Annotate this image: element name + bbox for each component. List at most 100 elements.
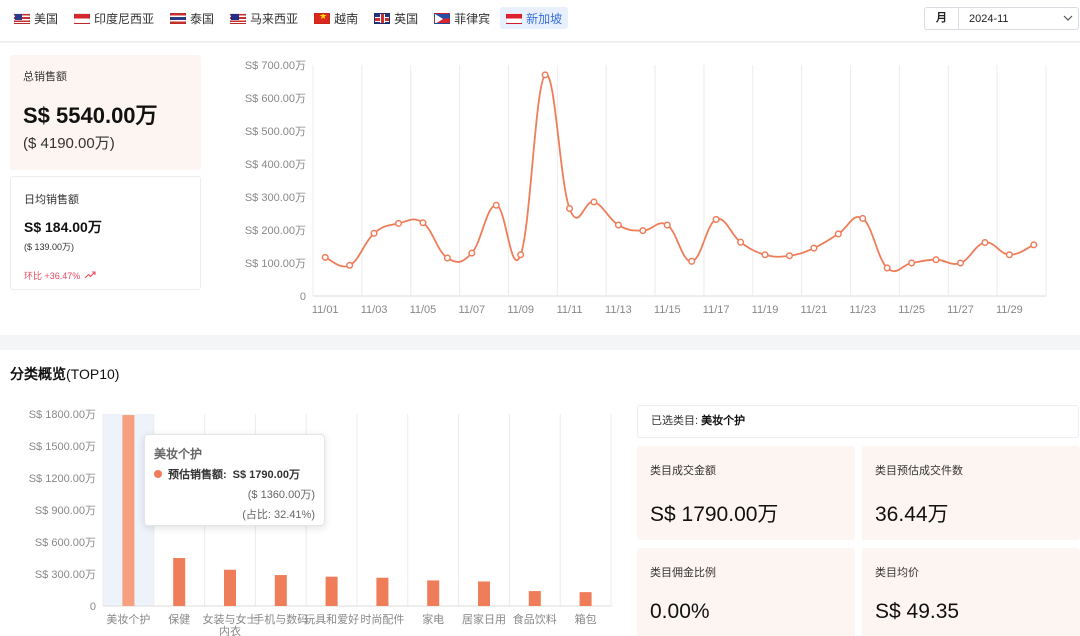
month-mode-label[interactable]: 月 — [925, 8, 959, 29]
data-point[interactable] — [737, 238, 745, 246]
y-tick-label: S$ 400.00万 — [245, 159, 306, 171]
data-point[interactable] — [981, 238, 989, 247]
x-tick-label: 11/29 — [996, 304, 1023, 316]
x-tick-label: 11/03 — [361, 304, 388, 316]
x-tick-label: 居家日用 — [462, 612, 506, 626]
data-point[interactable] — [394, 219, 403, 227]
x-tick-label: 女装与女士内衣 — [203, 612, 258, 636]
tooltip-usd: ($ 1360.00万) — [247, 489, 315, 501]
data-point[interactable] — [566, 205, 574, 213]
y-tick-label: 0 — [90, 601, 96, 613]
daily-sales-value: S$ 184.00万 — [24, 219, 102, 235]
total-sales-value: S$ 5540.00万 — [23, 103, 158, 128]
tooltip-row: 预估销售额: S$ 1790.00万 — [154, 466, 315, 482]
data-point[interactable] — [1030, 241, 1038, 249]
data-point[interactable] — [932, 256, 940, 264]
country-tab-sg[interactable]: 新加坡 — [500, 7, 569, 29]
country-tab-ph[interactable]: 菲律宾 — [428, 7, 496, 29]
category-bar[interactable] — [274, 575, 287, 606]
category-bar[interactable] — [173, 558, 186, 606]
us-flag-icon — [14, 12, 30, 24]
data-point[interactable] — [370, 229, 378, 237]
data-point[interactable] — [785, 252, 794, 260]
month-value[interactable]: 2024-11 — [959, 13, 1058, 25]
total-sales-label: 总销售额 — [23, 71, 67, 83]
country-tab-label: 英国 — [394, 11, 419, 26]
uk-flag-icon — [374, 12, 391, 24]
category-bar[interactable] — [325, 576, 338, 606]
category-bar[interactable] — [478, 581, 490, 606]
category-units-value: 36.44万 — [875, 503, 949, 526]
y-tick-label: S$ 1800.00万 — [29, 409, 96, 421]
category-bar[interactable] — [122, 415, 135, 606]
data-point[interactable] — [663, 221, 671, 229]
top-bar: 美国 印度尼西亚 泰国 马来西亚 越南 英国 菲律宾 新加坡 月 2024-11 — [0, 0, 1080, 42]
country-tab-vn[interactable]: 越南 — [308, 7, 364, 29]
data-point[interactable] — [834, 230, 842, 238]
x-tick-label: 保健 — [168, 612, 190, 626]
country-tab-label: 马来西亚 — [250, 11, 299, 26]
category-gmv-label: 类目成交金额 — [650, 465, 716, 477]
data-point[interactable] — [614, 221, 622, 229]
category-commission-label: 类目佣金比例 — [650, 567, 716, 579]
data-point[interactable] — [810, 244, 818, 252]
country-tab-us[interactable]: 美国 — [8, 7, 64, 29]
x-tick-label: 11/17 — [703, 304, 730, 316]
total-sales-card: 总销售额 S$ 5540.00万 ($ 4190.00万) — [10, 55, 201, 170]
country-tab-label: 新加坡 — [526, 11, 563, 26]
sg-flag-icon — [506, 12, 523, 24]
data-point[interactable] — [761, 251, 769, 259]
category-units-label: 类目预估成交件数 — [875, 465, 963, 477]
tooltip-series: 预估销售额: — [168, 469, 227, 481]
data-point[interactable] — [346, 261, 354, 269]
data-point[interactable] — [321, 253, 329, 261]
data-point[interactable] — [956, 259, 965, 267]
month-picker[interactable]: 月 2024-11 — [924, 7, 1079, 30]
country-tab-label: 印度尼西亚 — [94, 11, 155, 26]
x-tick-label: 11/23 — [849, 304, 876, 316]
category-gmv-value: S$ 1790.00万 — [650, 503, 779, 526]
category-section-title-text: 分类概览 — [10, 366, 66, 382]
daily-sales-line-chart[interactable]: 0 S$ 100.00万 S$ 200.00万 S$ 300.00万 S$ 400.00… — [210, 43, 1070, 335]
country-tab-th[interactable]: 泰国 — [164, 7, 220, 29]
data-point[interactable] — [712, 215, 720, 223]
y-tick-label: S$ 300.00万 — [35, 569, 96, 581]
data-point[interactable] — [590, 198, 598, 206]
data-point[interactable] — [859, 214, 867, 222]
tooltip-share: (占比: 32.41%) — [242, 509, 315, 521]
y-tick-label: S$ 700.00万 — [245, 60, 306, 72]
data-point[interactable] — [688, 257, 696, 265]
data-point[interactable] — [419, 219, 427, 227]
id-flag-icon — [74, 12, 91, 24]
data-point[interactable] — [1005, 251, 1013, 259]
category-bar[interactable] — [376, 577, 389, 606]
category-gmv-card: 类目成交金额 S$ 1790.00万 — [637, 446, 855, 540]
category-bar[interactable] — [528, 591, 541, 606]
data-point[interactable] — [492, 201, 500, 209]
x-tick-label: 箱包 — [575, 612, 597, 626]
data-point[interactable] — [468, 249, 476, 257]
x-tick-label: 11/19 — [752, 304, 779, 316]
data-point[interactable] — [639, 227, 647, 235]
category-avg-price-value: S$ 49.35 — [875, 600, 960, 623]
data-point[interactable] — [443, 254, 451, 262]
country-tab-uk[interactable]: 英国 — [368, 7, 424, 29]
ph-flag-icon — [434, 12, 451, 24]
data-point[interactable] — [883, 264, 891, 272]
category-bar[interactable] — [579, 592, 592, 606]
daily-sales-usd: ($ 139.00万) — [24, 242, 75, 252]
x-tick-label: 11/01 — [312, 304, 339, 316]
x-tick-label: 11/21 — [801, 304, 828, 316]
data-point[interactable] — [908, 259, 916, 267]
data-point[interactable] — [517, 251, 525, 259]
y-tick-label: S$ 600.00万 — [35, 537, 96, 549]
data-point[interactable] — [541, 71, 549, 79]
y-tick-label: S$ 200.00万 — [245, 225, 306, 237]
chart-tooltip: 美妆个护 预估销售额: S$ 1790.00万 ($ 1360.00万) (占比… — [144, 434, 325, 526]
category-bar[interactable] — [427, 580, 440, 606]
chevron-down-icon[interactable] — [1058, 13, 1078, 24]
vn-flag-icon — [314, 12, 331, 24]
category-bar[interactable] — [224, 569, 236, 606]
country-tab-my[interactable]: 马来西亚 — [224, 7, 304, 29]
country-tab-id[interactable]: 印度尼西亚 — [68, 7, 160, 29]
